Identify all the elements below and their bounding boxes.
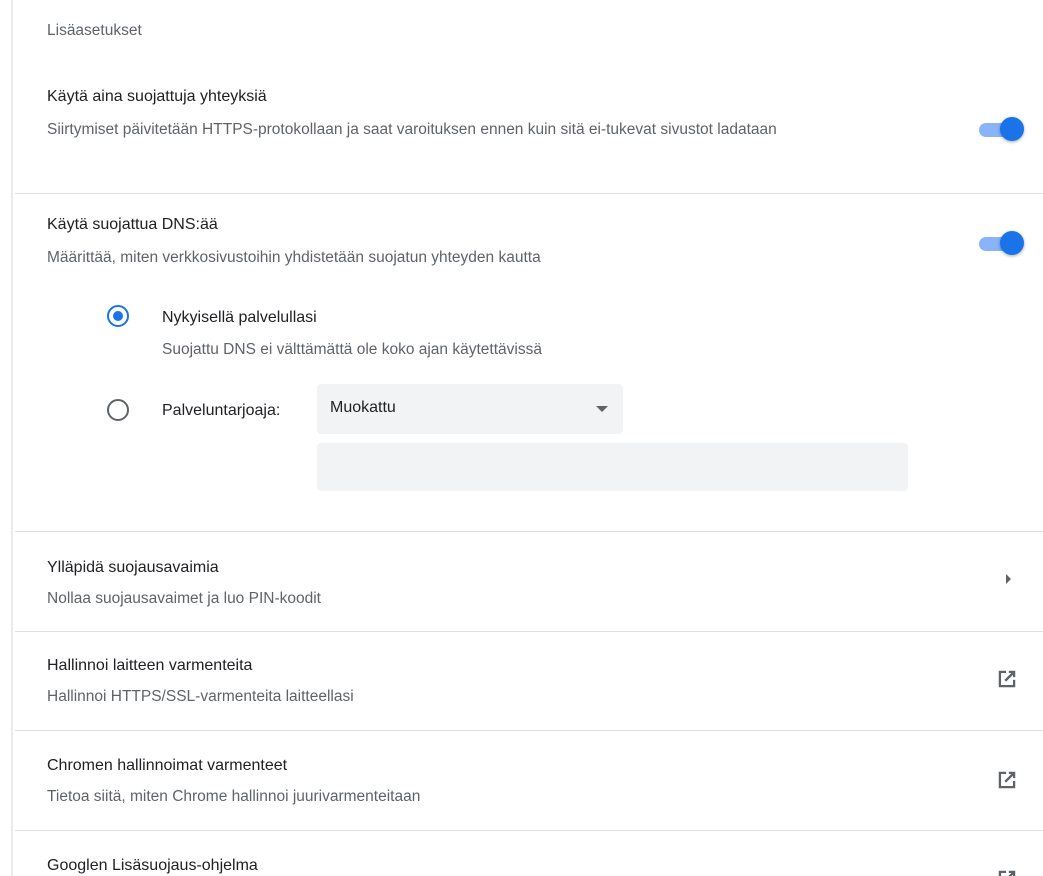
https-setting-row[interactable]: Käytä aina suojattuja yhteyksiä Siirtymi… [15, 80, 1043, 192]
dns-setting-title: Käytä suojattua DNS:ää [47, 216, 218, 233]
dns-current-provider-description: Suojattu DNS ei välttämättä ole koko aja… [162, 341, 542, 358]
divider [15, 631, 1043, 632]
security-keys-description: Nollaa suojausavaimet ja luo PIN-koodit [47, 590, 321, 607]
dns-setting-description: Määrittää, miten verkkosivustoihin yhdis… [47, 249, 541, 266]
https-setting-title: Käytä aina suojattuja yhteyksiä [47, 88, 267, 105]
dns-current-provider-label: Nykyisellä palvelullasi [162, 309, 317, 326]
https-setting-description: Siirtymiset päivitetään HTTPS-protokolla… [47, 121, 777, 138]
open-in-new-icon[interactable] [996, 668, 1018, 690]
advanced-protection-row[interactable]: Googlen Lisäsuojaus-ohjelma [15, 845, 1043, 876]
dns-provider-select-value: Muokattu [330, 399, 396, 416]
divider [15, 531, 1043, 532]
chrome-certificates-description: Tietoa siitä, miten Chrome hallinnoi juu… [47, 788, 421, 805]
chrome-certificates-row[interactable]: Chromen hallinnoimat varmenteet Tietoa s… [15, 745, 1043, 830]
device-certificates-description: Hallinnoi HTTPS/SSL-varmenteita laitteel… [47, 688, 354, 705]
section-title: Lisäasetukset [47, 22, 142, 39]
dns-custom-provider-label: Palveluntarjoaja: [162, 402, 281, 419]
device-certificates-title: Hallinnoi laitteen varmenteita [47, 657, 253, 674]
dns-toggle[interactable] [976, 231, 1026, 255]
dns-current-provider-radio[interactable] [107, 305, 129, 327]
chevron-right-icon[interactable] [1006, 574, 1011, 584]
divider [15, 193, 1043, 194]
open-in-new-icon[interactable] [996, 769, 1018, 791]
security-keys-title: Ylläpidä suojausavaimia [47, 559, 219, 576]
divider [15, 830, 1043, 831]
dns-custom-provider-radio[interactable] [107, 399, 129, 421]
chrome-certificates-title: Chromen hallinnoimat varmenteet [47, 757, 288, 774]
dns-toggle-knob [1000, 231, 1024, 255]
settings-page: Lisäasetukset Käytä aina suojattuja yhte… [0, 0, 1043, 876]
device-certificates-row[interactable]: Hallinnoi laitteen varmenteita Hallinnoi… [15, 645, 1043, 730]
security-keys-row[interactable]: Ylläpidä suojausavaimia Nollaa suojausav… [15, 545, 1043, 630]
custom-dns-input[interactable] [317, 443, 908, 491]
open-in-new-icon[interactable] [996, 868, 1018, 876]
dns-setting-row[interactable]: Käytä suojattua DNS:ää Määrittää, miten … [15, 210, 1043, 274]
dns-provider-select[interactable]: Muokattu [317, 384, 623, 434]
caret-down-icon [596, 406, 608, 412]
https-toggle[interactable] [976, 117, 1026, 141]
left-border [11, 0, 13, 876]
advanced-protection-title: Googlen Lisäsuojaus-ohjelma [47, 857, 258, 874]
https-toggle-knob [1000, 117, 1024, 141]
divider [15, 730, 1043, 731]
